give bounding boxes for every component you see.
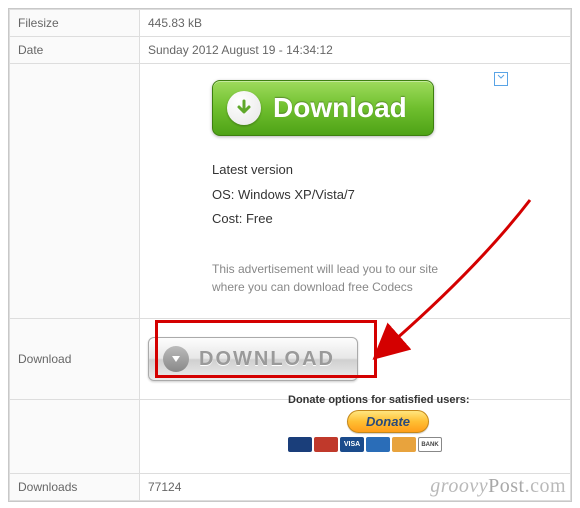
card-bank-icon: BANK <box>418 437 442 452</box>
ad-options-icon[interactable] <box>494 72 508 86</box>
card-maestro-icon <box>288 437 312 452</box>
watermark: groovyPost.com <box>430 475 566 498</box>
ad-cell: Download Latest version OS: Windows XP/V… <box>140 64 571 319</box>
card-mastercard-icon <box>314 437 338 452</box>
download-cell: DOWNLOAD <box>140 319 571 400</box>
donate-button[interactable]: Donate <box>347 410 429 433</box>
date-label: Date <box>10 37 140 64</box>
date-value: Sunday 2012 August 19 - 14:34:12 <box>140 37 571 64</box>
ad-footer1: This advertisement will lead you to our … <box>212 260 498 278</box>
card-visa-icon: VISA <box>340 437 364 452</box>
donate-section: Donate options for satisfied users: Dona… <box>288 394 488 452</box>
ad-box: Download Latest version OS: Windows XP/V… <box>200 70 510 312</box>
watermark-groovy: groovy <box>430 475 488 497</box>
ad-footer2: where you can download free Codecs <box>212 278 498 296</box>
real-download-label: DOWNLOAD <box>199 348 335 371</box>
real-download-button[interactable]: DOWNLOAD <box>148 337 358 381</box>
ad-info-text: Latest version OS: Windows XP/Vista/7 Co… <box>212 158 498 232</box>
filesize-label: Filesize <box>10 10 140 37</box>
row-filesize: Filesize 445.83 kB <box>10 10 571 37</box>
card-discover-icon <box>392 437 416 452</box>
card-amex-icon <box>366 437 390 452</box>
watermark-com: .com <box>525 475 566 497</box>
download-label: Download <box>10 319 140 400</box>
ad-download-label: Download <box>273 92 407 124</box>
downloads-label: Downloads <box>10 474 140 501</box>
donate-text: Donate options for satisfied users: <box>288 394 488 406</box>
ad-footer-text: This advertisement will lead you to our … <box>212 260 498 296</box>
ad-download-button[interactable]: Download <box>212 80 434 136</box>
download-arrow-icon <box>227 91 261 125</box>
ad-empty-label <box>10 64 140 319</box>
filesize-value: 445.83 kB <box>140 10 571 37</box>
payment-cards: VISA BANK <box>288 437 488 452</box>
row-date: Date Sunday 2012 August 19 - 14:34:12 <box>10 37 571 64</box>
watermark-post: Post <box>488 475 524 497</box>
ad-line2: OS: Windows XP/Vista/7 <box>212 183 498 208</box>
row-ad: Download Latest version OS: Windows XP/V… <box>10 64 571 319</box>
ad-line1: Latest version <box>212 158 498 183</box>
row-download: Download DOWNLOAD <box>10 319 571 400</box>
donate-empty-label <box>10 400 140 474</box>
download-triangle-icon <box>163 346 189 372</box>
ad-line3: Cost: Free <box>212 207 498 232</box>
